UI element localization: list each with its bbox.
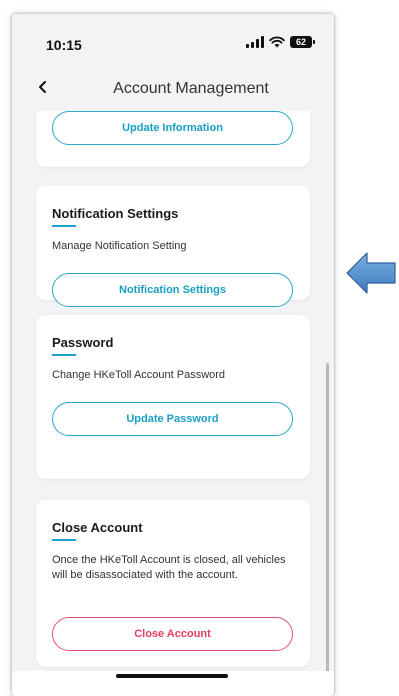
phone-screen: 10:15 62 Account Management Update Infor… bbox=[12, 14, 334, 696]
notification-settings-title: Notification Settings bbox=[52, 206, 179, 221]
scrollbar[interactable] bbox=[326, 363, 329, 681]
page-title: Account Management bbox=[113, 80, 269, 97]
home-indicator[interactable] bbox=[116, 674, 228, 678]
update-information-card: Update Information bbox=[36, 111, 310, 167]
left-arrow-icon bbox=[346, 252, 396, 294]
password-description: Change HKeToll Account Password bbox=[52, 369, 226, 381]
battery-icon: 62 bbox=[290, 36, 315, 48]
close-account-button[interactable]: Close Account bbox=[52, 617, 293, 651]
close-account-title: Close Account bbox=[52, 520, 143, 535]
settings-list[interactable]: Update Information Notification Settings… bbox=[12, 111, 334, 671]
update-password-button[interactable]: Update Password bbox=[52, 402, 293, 436]
notification-settings-description: Manage Notification Setting bbox=[52, 240, 187, 252]
wifi-icon bbox=[269, 36, 285, 48]
notification-settings-button[interactable]: Notification Settings bbox=[52, 273, 293, 307]
close-account-description: Once the HKeToll Account is closed, all … bbox=[52, 554, 286, 581]
update-information-button[interactable]: Update Information bbox=[52, 111, 293, 145]
password-card: Password Change HKeToll Account Password… bbox=[36, 315, 310, 479]
navigation-bar: Account Management bbox=[12, 70, 334, 106]
password-title: Password bbox=[52, 335, 114, 350]
status-icons: 62 bbox=[246, 36, 315, 48]
close-account-card: Close Account Once the HKeToll Account i… bbox=[36, 500, 310, 667]
notification-settings-card: Notification Settings Manage Notificatio… bbox=[36, 186, 310, 307]
status-time: 10:15 bbox=[46, 37, 82, 53]
status-bar: 10:15 62 bbox=[12, 14, 334, 66]
title-underline bbox=[52, 354, 76, 356]
cellular-signal-icon bbox=[246, 36, 264, 48]
title-underline bbox=[52, 225, 76, 227]
title-underline bbox=[52, 539, 76, 541]
